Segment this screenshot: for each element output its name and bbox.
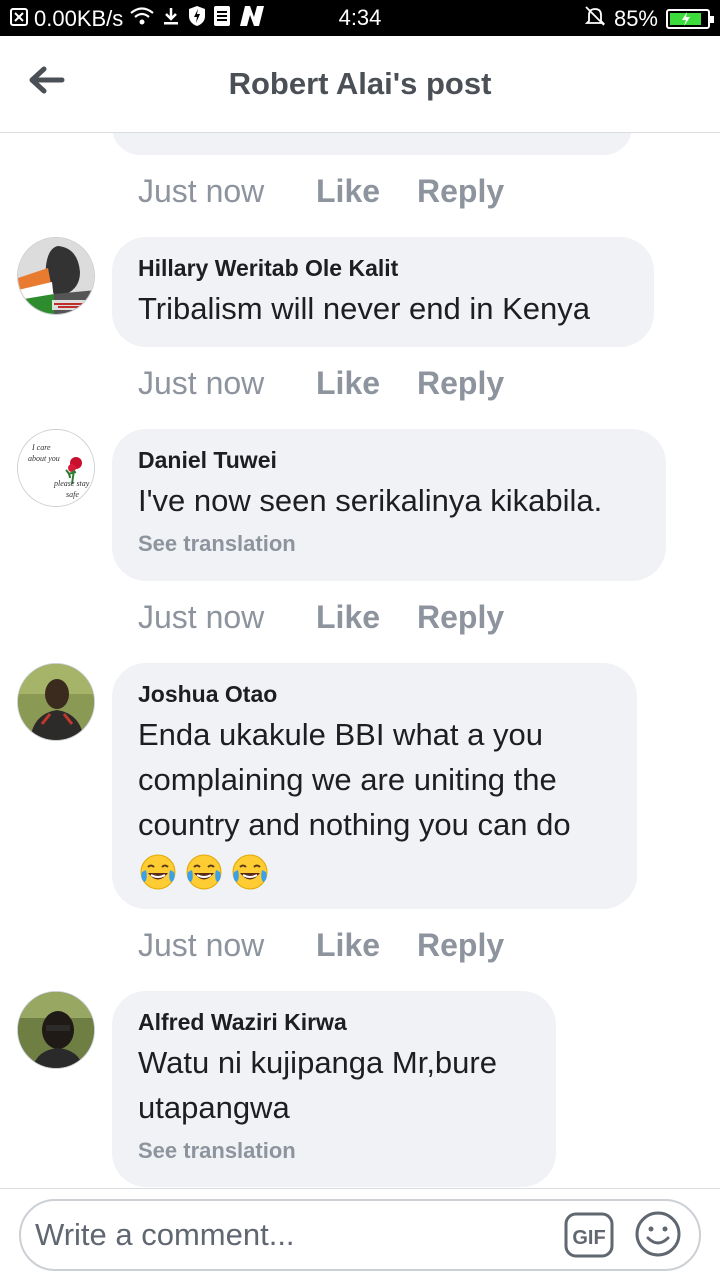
comment-time: Just now (138, 927, 265, 963)
comment-time: Just now (138, 173, 265, 209)
avatar[interactable] (17, 237, 95, 315)
emoji-row (138, 847, 611, 892)
comment-text-line: Watu ni kujipanga Mr,bure (138, 1045, 497, 1080)
emoji-button[interactable] (633, 1209, 683, 1259)
reply-button[interactable]: Reply (417, 365, 504, 402)
like-button[interactable]: Like (316, 365, 417, 402)
gif-button[interactable]: GIF (563, 1209, 615, 1261)
battery-percent: 85% (613, 6, 658, 31)
face-with-tears-of-joy-icon (186, 854, 222, 890)
avatar[interactable] (17, 991, 95, 1069)
comment-actions: Just now Like Reply (138, 599, 504, 636)
avatar-photo-alfred (18, 992, 94, 1068)
smiley-icon (635, 1211, 681, 1257)
avatar[interactable] (17, 663, 95, 741)
comment-text-line: utapangwa (138, 1090, 290, 1125)
avatar-photo-joshua (18, 664, 94, 740)
comment-author[interactable]: Joshua Otao (138, 681, 611, 708)
comment-text-line: Enda ukakule BBI what a you (138, 717, 543, 752)
comment-author[interactable]: Hillary Weritab Ole Kalit (138, 255, 628, 282)
avatar-text-line1: I care (31, 443, 51, 452)
comment-time: Just now (138, 599, 265, 635)
comment-text: I've now seen serikalinya kikabila. (138, 483, 603, 518)
avatar-text-line2: about you (28, 454, 60, 463)
face-with-tears-of-joy-icon (232, 854, 268, 890)
avatar-text-line4: safe (66, 490, 79, 499)
comment-time: Just now (138, 365, 265, 401)
comment-composer: Write a comment... GIF (0, 1188, 720, 1281)
comment-bubble[interactable]: Hillary Weritab Ole Kalit Tribalism will… (112, 237, 654, 347)
bell-muted-icon (584, 5, 606, 33)
reply-button[interactable]: Reply (417, 173, 504, 210)
like-button[interactable]: Like (316, 173, 417, 210)
comment-input[interactable]: Write a comment... GIF (19, 1199, 701, 1271)
battery-icon (666, 9, 714, 29)
avatar-text-line3: please stay (53, 479, 90, 488)
gif-icon: GIF (564, 1212, 614, 1258)
comments-list[interactable]: Just now Like Reply Hillary Weritab Ole … (0, 133, 720, 1188)
reply-button[interactable]: Reply (417, 927, 504, 964)
comment-author[interactable]: Daniel Tuwei (138, 447, 640, 474)
page-title: Robert Alai's post (228, 66, 492, 101)
comment-bubble[interactable]: Alfred Waziri Kirwa Watu ni kujipanga Mr… (112, 991, 556, 1187)
comment-actions: Just now Like Reply (138, 927, 504, 964)
see-translation-link[interactable]: See translation (138, 1138, 530, 1164)
like-button[interactable]: Like (316, 927, 417, 964)
comment-text: Watu ni kujipanga Mr,bure utapangwa (138, 1040, 530, 1130)
status-right: 85% (584, 5, 714, 33)
like-button[interactable]: Like (316, 599, 417, 636)
gif-label: GIF (572, 1227, 605, 1249)
avatar-image-card: I care about you please stay safe (18, 430, 94, 506)
comment-bubble[interactable]: Daniel Tuwei I've now seen serikalinya k… (112, 429, 666, 581)
see-translation-link[interactable]: See translation (138, 531, 640, 557)
app-header: Robert Alai's post (0, 36, 720, 133)
comment-text: Enda ukakule BBI what a you complaining … (138, 712, 611, 892)
avatar-photo-hillary (18, 238, 94, 314)
status-bar: 0.00KB/s 4:34 85% (0, 0, 720, 36)
face-with-tears-of-joy-icon (140, 854, 176, 890)
comment-bubble-truncated (112, 133, 632, 155)
comment-input-placeholder: Write a comment... (35, 1217, 295, 1252)
comment-text-line: country and nothing you can do (138, 807, 571, 842)
comment-text: Tribalism will never end in Kenya (138, 291, 590, 326)
avatar[interactable]: I care about you please stay safe (17, 429, 95, 507)
comment-actions: Just now Like Reply (138, 173, 504, 210)
comment-text-line: complaining we are uniting the (138, 762, 557, 797)
reply-button[interactable]: Reply (417, 599, 504, 636)
comment-bubble[interactable]: Joshua Otao Enda ukakule BBI what a you … (112, 663, 637, 909)
comment-author[interactable]: Alfred Waziri Kirwa (138, 1009, 530, 1036)
comment-actions: Just now Like Reply (138, 365, 504, 402)
